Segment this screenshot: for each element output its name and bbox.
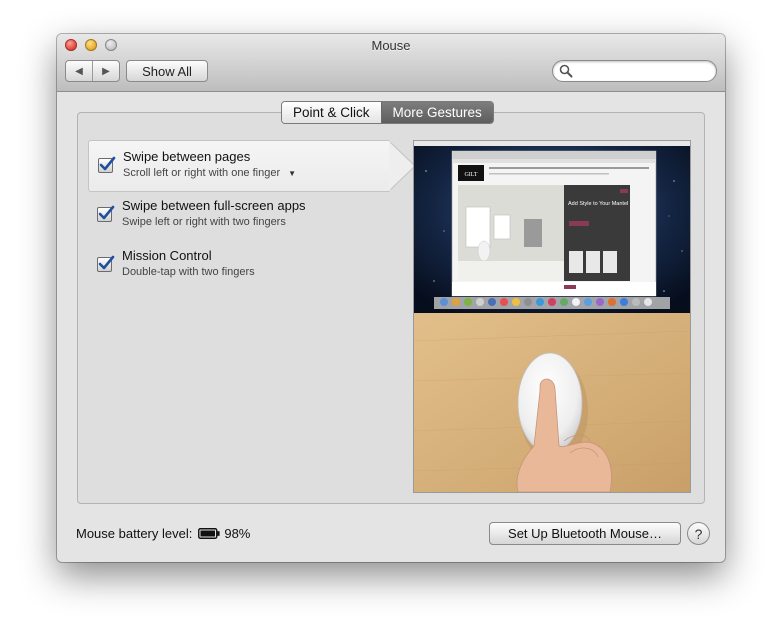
preview-site-logo: GILT bbox=[464, 172, 477, 178]
gesture-preview-video: GILT Add Style to Your Mantel bbox=[413, 140, 691, 493]
gesture-subtitle: Double-tap with two fingers bbox=[122, 266, 255, 278]
help-button[interactable]: ? bbox=[687, 522, 710, 545]
gesture-subtitle: Scroll left or right with one finger bbox=[123, 167, 281, 179]
popup-triangle-icon: ▼ bbox=[288, 168, 297, 178]
back-forward-control: ◀ ▶ bbox=[65, 60, 120, 82]
preview-illustration: GILT Add Style to Your Mantel bbox=[414, 141, 690, 492]
selection-arrow bbox=[389, 140, 415, 192]
gesture-title: Swipe between full-screen apps bbox=[122, 198, 306, 213]
battery-label: Mouse battery level: bbox=[76, 526, 193, 541]
gesture-title: Mission Control bbox=[122, 248, 212, 263]
mission-control-checkbox[interactable] bbox=[97, 255, 115, 272]
window-title: Mouse bbox=[371, 38, 411, 53]
gesture-subtitle-text: Double-tap with two fingers bbox=[122, 266, 255, 278]
search-field[interactable] bbox=[552, 60, 717, 82]
gesture-subtitle-text: Swipe left or right with two fingers bbox=[122, 216, 286, 228]
tab-more-gestures[interactable]: More Gestures bbox=[380, 102, 493, 123]
back-arrow-icon: ◀ bbox=[75, 65, 83, 77]
preview-headline: Add Style to Your Mantel bbox=[568, 201, 628, 207]
gestures-panel: Swipe between pages Scroll left or right… bbox=[77, 112, 705, 504]
gesture-swipe-full-screen-apps[interactable]: Swipe between full-screen apps Swipe lef… bbox=[88, 190, 388, 240]
title-bar: Mouse ◀ ▶ Show All bbox=[57, 34, 725, 92]
battery-level: Mouse battery level: 98% bbox=[76, 526, 250, 541]
search-icon bbox=[559, 64, 573, 78]
pane-tabs: Point & Click More Gestures bbox=[281, 101, 494, 124]
forward-button[interactable]: ▶ bbox=[92, 61, 119, 81]
gesture-option-popup[interactable]: Scroll left or right with one finger ▼ bbox=[123, 167, 296, 179]
gesture-mission-control[interactable]: Mission Control Double-tap with two fing… bbox=[88, 240, 388, 290]
gesture-title: Swipe between pages bbox=[123, 149, 251, 164]
tab-point-and-click[interactable]: Point & Click bbox=[282, 102, 381, 123]
help-icon: ? bbox=[694, 525, 703, 542]
battery-percent: 98% bbox=[224, 526, 251, 541]
set-up-bluetooth-mouse-button[interactable]: Set Up Bluetooth Mouse… bbox=[489, 522, 681, 545]
swipe-pages-checkbox[interactable] bbox=[98, 156, 116, 173]
checkmark-icon bbox=[98, 205, 115, 220]
show-all-button[interactable]: Show All bbox=[126, 60, 208, 82]
gesture-swipe-between-pages[interactable]: Swipe between pages Scroll left or right… bbox=[88, 140, 415, 192]
checkmark-icon bbox=[98, 255, 115, 270]
gesture-subtitle: Swipe left or right with two fingers bbox=[122, 216, 286, 228]
checkmark-icon bbox=[99, 156, 116, 171]
battery-icon bbox=[198, 528, 220, 539]
forward-arrow-icon: ▶ bbox=[102, 65, 110, 77]
mouse-preferences-window: Mouse ◀ ▶ Show All Point & Click More Ge… bbox=[57, 34, 725, 562]
swipe-apps-checkbox[interactable] bbox=[97, 205, 115, 222]
back-button[interactable]: ◀ bbox=[66, 61, 92, 81]
search-input[interactable] bbox=[575, 62, 711, 80]
